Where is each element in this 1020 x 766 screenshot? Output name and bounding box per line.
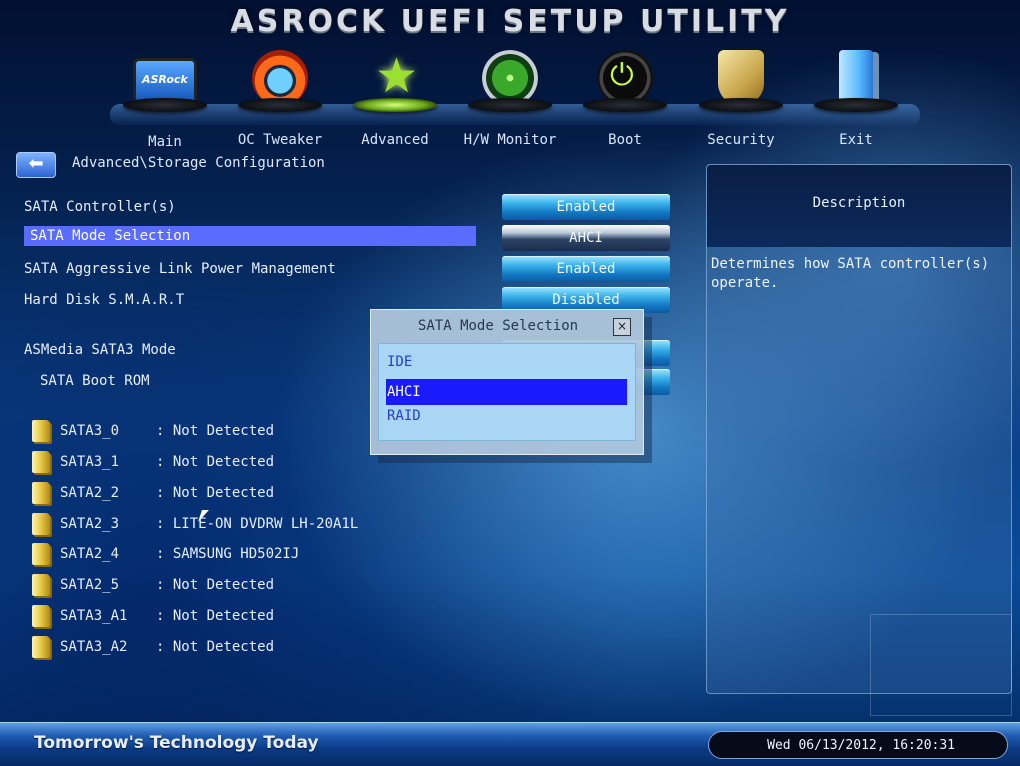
drive-port: SATA3_0 bbox=[60, 423, 120, 439]
close-button[interactable]: × bbox=[613, 318, 631, 336]
footer-bar: Tomorrow's Technology Today Wed 06/13/20… bbox=[0, 722, 1020, 766]
setting-sata-controllers[interactable]: SATA Controller(s) bbox=[24, 199, 176, 215]
popup-title: SATA Mode Selection bbox=[417, 318, 579, 334]
drive-port: SATA3_1 bbox=[60, 454, 120, 470]
folder-icon bbox=[32, 513, 50, 535]
drive-status: : LITE-ON DVDRW LH-20A1L bbox=[156, 516, 359, 532]
back-button[interactable]: ⬅ bbox=[16, 152, 56, 178]
close-icon: × bbox=[616, 319, 628, 333]
drive-port: SATA3_A1 bbox=[60, 608, 128, 624]
pedestal bbox=[814, 98, 898, 112]
tab-oc-tweaker[interactable]: OC Tweaker bbox=[225, 50, 335, 148]
pedestal bbox=[238, 98, 322, 112]
drive-port: SATA2_4 bbox=[60, 546, 120, 562]
setting-sata-boot-rom[interactable]: SATA Boot ROM bbox=[40, 373, 150, 389]
option-raid[interactable]: RAID bbox=[387, 403, 627, 429]
tab-label: Advanced bbox=[361, 132, 429, 148]
popup-options: IDE AHCI RAID bbox=[378, 343, 636, 441]
setting-hard-disk-smart[interactable]: Hard Disk S.M.A.R.T bbox=[24, 292, 184, 308]
description-text: Determines how SATA controller(s) operat… bbox=[711, 256, 990, 291]
setting-sata-mode-selection[interactable]: SATA Mode Selection bbox=[24, 226, 476, 246]
tab-label: OC Tweaker bbox=[237, 132, 323, 148]
tab-label: Boot bbox=[608, 132, 642, 148]
sata-link-power-value[interactable]: Enabled bbox=[502, 256, 670, 282]
setting-asmedia-sata3-mode[interactable]: ASMedia SATA3 Mode bbox=[24, 342, 176, 358]
sata-mode-popup: SATA Mode Selection × IDE AHCI RAID bbox=[370, 309, 644, 455]
option-ahci[interactable]: AHCI bbox=[386, 379, 627, 405]
pedestal bbox=[699, 98, 783, 112]
setting-sata-link-power[interactable]: SATA Aggressive Link Power Management bbox=[24, 261, 336, 277]
drive-status: : Not Detected bbox=[156, 639, 275, 655]
tagline: Tomorrow's Technology Today bbox=[34, 733, 319, 753]
breadcrumb: Advanced\Storage Configuration bbox=[72, 155, 325, 171]
folder-icon bbox=[32, 420, 50, 442]
drive-port: SATA2_5 bbox=[60, 577, 120, 593]
tab-security[interactable]: Security bbox=[686, 50, 796, 148]
drive-status: : Not Detected bbox=[156, 577, 275, 593]
folder-icon bbox=[32, 482, 50, 504]
tab-advanced[interactable]: ★ Advanced bbox=[340, 50, 450, 148]
brand-badge: ASRock bbox=[142, 73, 188, 86]
back-arrow-icon: ⬅ bbox=[28, 153, 44, 174]
sata-mode-value[interactable]: AHCI bbox=[502, 225, 670, 251]
drive-status: : Not Detected bbox=[156, 608, 275, 624]
pedestal bbox=[583, 98, 667, 112]
folder-icon bbox=[32, 574, 50, 596]
folder-icon bbox=[32, 451, 50, 473]
pedestal bbox=[353, 98, 437, 112]
tab-label: Main bbox=[148, 134, 182, 150]
datetime-display: Wed 06/13/2012, 16:20:31 bbox=[708, 731, 1008, 759]
tab-label: Security bbox=[707, 132, 775, 148]
drive-status: : Not Detected bbox=[156, 454, 275, 470]
drive-port: SATA3_A2 bbox=[60, 639, 128, 655]
drive-status: : Not Detected bbox=[156, 423, 275, 439]
pedestal bbox=[468, 98, 552, 112]
tab-exit[interactable]: Exit bbox=[801, 50, 911, 148]
app-title: ASROCK UEFI SETUP UTILITY bbox=[230, 4, 790, 39]
drive-port: SATA2_2 bbox=[60, 485, 120, 501]
tab-boot[interactable]: ⏻ Boot bbox=[570, 50, 680, 148]
pedestal bbox=[123, 98, 207, 112]
description-title: Description bbox=[812, 195, 906, 211]
drive-status: : Not Detected bbox=[156, 485, 275, 501]
drive-port: SATA2_3 bbox=[60, 516, 120, 532]
option-ide[interactable]: IDE bbox=[387, 349, 627, 375]
tab-label: H/W Monitor bbox=[463, 132, 557, 148]
folder-icon bbox=[32, 605, 50, 627]
description-header: Description bbox=[707, 165, 1011, 247]
drive-status: : SAMSUNG HD502IJ bbox=[156, 546, 300, 562]
sata-controllers-value[interactable]: Enabled bbox=[502, 194, 670, 220]
tab-hw-monitor[interactable]: H/W Monitor bbox=[455, 50, 565, 148]
folder-icon bbox=[32, 636, 50, 658]
tab-main[interactable]: ASRock Main bbox=[110, 50, 220, 150]
tab-label: Exit bbox=[839, 132, 873, 148]
folder-icon bbox=[32, 543, 50, 565]
watermark-logo bbox=[870, 614, 1012, 716]
